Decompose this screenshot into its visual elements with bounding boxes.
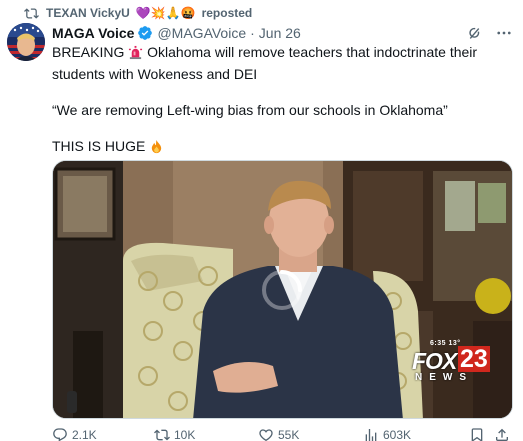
siren-emoji-icon <box>128 45 143 65</box>
views-count: 603K <box>383 428 412 441</box>
fire-emoji-icon <box>149 139 164 159</box>
views-button[interactable]: 603K <box>363 427 411 441</box>
breaking-label: BREAKING <box>52 44 125 60</box>
verified-badge-icon <box>137 25 153 41</box>
repost-emojis: 💜💥🙏🤬 <box>135 6 196 20</box>
heart-icon <box>259 429 273 441</box>
author-name[interactable]: MAGA Voice <box>52 25 134 41</box>
more-options-icon[interactable] <box>495 24 513 42</box>
fox23-news-logo: 6:35 13° FOX 23 NEWS <box>412 340 492 388</box>
repost-attribution[interactable]: TEXAN VickyU 💜💥🙏🤬 reposted <box>24 5 252 21</box>
repost-label: reposted <box>201 6 253 20</box>
reply-button[interactable]: 2.1K <box>52 427 97 441</box>
logo-number: 23 <box>458 345 490 373</box>
share-icon <box>496 428 508 441</box>
video-player[interactable]: 6:35 13° FOX 23 NEWS <box>52 160 513 419</box>
bookmark-icon <box>471 428 483 441</box>
tweet-date[interactable]: Jun 26 <box>259 25 301 41</box>
retweet-icon <box>154 429 170 441</box>
handle-separator: · <box>250 25 255 41</box>
repost-button[interactable]: 10K <box>154 427 195 441</box>
tweet-line-1: BREAKING Oklahoma will remove teachers t… <box>52 43 514 84</box>
repost-user[interactable]: TEXAN VickyU <box>46 6 130 20</box>
tweet-closing: THIS IS HUGE <box>52 137 514 159</box>
share-button[interactable] <box>494 427 510 441</box>
repost-count: 10K <box>174 428 196 441</box>
tweet-header: MAGA Voice @MAGAVoice · Jun 26 <box>52 24 513 42</box>
views-chart-icon <box>365 429 377 441</box>
author-handle[interactable]: @MAGAVoice <box>157 25 246 41</box>
like-count: 55K <box>278 428 300 441</box>
repost-icon <box>24 6 40 20</box>
bookmark-button[interactable] <box>469 427 485 441</box>
reply-count: 2.1K <box>72 428 97 441</box>
avatar[interactable] <box>7 23 45 61</box>
logo-time: 6:35 13° <box>430 340 461 347</box>
tweet-closing-text: THIS IS HUGE <box>52 138 146 154</box>
grok-icon[interactable] <box>465 24 483 42</box>
like-button[interactable]: 55K <box>258 427 299 441</box>
logo-brand: FOX <box>412 348 457 374</box>
reply-icon <box>53 428 67 441</box>
loading-spinner-icon <box>262 270 302 310</box>
action-bar: 2.1K 10K 55K 603K <box>52 427 513 441</box>
tweet-text: BREAKING Oklahoma will remove teachers t… <box>52 43 514 159</box>
tweet-quote: “We are removing Left-wing bias from our… <box>52 102 448 118</box>
logo-news: NEWS <box>415 372 473 383</box>
